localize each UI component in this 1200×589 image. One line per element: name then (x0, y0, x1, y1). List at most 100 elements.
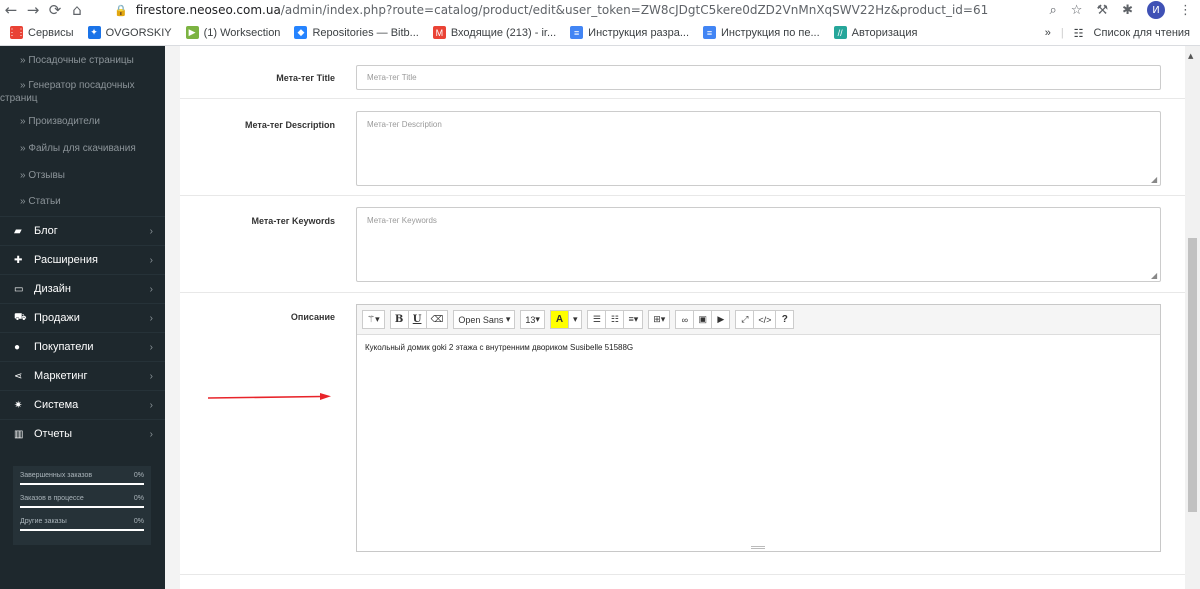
extension-tool-icon[interactable]: ⚒ (1096, 3, 1108, 18)
bookmark-item[interactable]: ▶ (1) Worksection (185, 26, 280, 39)
sidebar-item[interactable]: ⋖ Маркетинг › (0, 361, 165, 390)
help-icon[interactable]: ? (775, 310, 795, 329)
meta-keywords-placeholder: Мета-тег Keywords (367, 216, 437, 225)
editor-toolbar: ⚚▾ B U ⌫ Open Sans ▾ 13▾ A ▾ ☰ ☷ ≡▾ ⊞▾ (357, 305, 1160, 335)
stat-value: 0% (133, 495, 144, 502)
bookmark-label: Сервисы (28, 26, 74, 39)
home-icon[interactable]: ⌂ (66, 0, 88, 20)
resize-handle-icon[interactable]: ◢ (1151, 176, 1159, 184)
sidebar-sub-landing-generator[interactable]: » Генератор посадочных страниц (0, 73, 165, 105)
resize-handle-icon[interactable]: ◢ (1151, 272, 1159, 280)
numbered-list-icon[interactable]: ☷ (605, 310, 625, 329)
chevron-right-icon: › (149, 370, 153, 382)
bookmark-item[interactable]: ≡ Инструкция по пе... (703, 26, 820, 39)
puzzle-icon: ✚ (14, 254, 23, 266)
sidebar-item[interactable]: ▥ Отчеты › (0, 419, 165, 448)
eraser-icon[interactable]: ⌫ (425, 310, 449, 329)
bookmarks-bar: ⋮⋮ Сервисы ✦ OVGORSKIY ▶ (1) Worksection ◆ Repo… (0, 20, 1200, 46)
meta-title-input[interactable]: Мета-тег Title (356, 65, 1161, 90)
bookmark-item[interactable]: ✦ OVGORSKIY (87, 26, 172, 39)
video-icon[interactable]: ▶ (711, 310, 731, 329)
stat-label: Заказов в процессе (20, 495, 84, 502)
bookmark-item[interactable]: ◆ Repositories — Bitb... (294, 26, 419, 39)
meta-keywords-row: Мета-тег Keywords Мета-тег Keywords ◢ (180, 196, 1185, 293)
star-icon[interactable]: ☆ (1071, 3, 1083, 18)
table-icon[interactable]: ⊞▾ (648, 310, 671, 329)
sidebar-sub-label: » Производители (20, 116, 100, 127)
editor-content[interactable]: Кукольный домик goki 2 этажа с внутренни… (357, 335, 1160, 360)
bullet-list-icon[interactable]: ☰ (587, 310, 607, 329)
link-icon[interactable]: ∞ (675, 310, 695, 329)
chevron-right-icon: › (149, 283, 153, 295)
scroll-up-arrow-icon[interactable]: ▲ (1188, 52, 1193, 60)
sidebar-item[interactable]: ✚ Расширения › (0, 245, 165, 274)
sidebar-sub-downloads[interactable]: » Файлы для скачивания (0, 133, 165, 160)
bookmarks-more-button[interactable]: » (1045, 27, 1051, 39)
paragraph-align-icon[interactable]: ≡▾ (623, 310, 644, 329)
text-color-icon[interactable]: A (549, 310, 569, 329)
bookmark-item[interactable]: // Авторизация (833, 26, 917, 39)
url-path: /admin/index.php?route=catalog/product/e… (280, 3, 989, 17)
bookmark-label: Инструкция разра... (588, 26, 689, 39)
font-size-value: 13 (525, 314, 536, 325)
chevron-right-icon: › (149, 428, 153, 440)
meta-title-placeholder: Мета-тег Title (367, 73, 417, 82)
sidebar-sub-label: » Файлы для скачивания (20, 143, 136, 154)
sidebar-item[interactable]: ▭ Дизайн › (0, 274, 165, 303)
sidebar-sub-label: » Генератор посадочных (20, 80, 135, 91)
sidebar-sub-label: » Отзывы (20, 170, 65, 181)
font-family-value: Open Sans (458, 314, 504, 325)
sidebar-sub-reviews[interactable]: » Отзывы (0, 160, 165, 187)
reading-list-button[interactable]: Список для чтения (1094, 27, 1190, 39)
description-label: Описание (290, 312, 335, 322)
admin-sidebar: » Посадочные страницы » Генератор посадо… (0, 46, 165, 589)
play-icon: ▶ (185, 26, 199, 39)
sidebar-item[interactable]: ✷ Система › (0, 390, 165, 419)
meta-keywords-textarea[interactable]: Мета-тег Keywords ◢ (356, 207, 1161, 282)
meta-description-textarea[interactable]: Мета-тег Description ◢ (356, 111, 1161, 186)
reload-icon[interactable]: ⟳ (44, 0, 66, 20)
bookmark-item[interactable]: ≡ Инструкция разра... (570, 26, 689, 39)
sidebar-sub-manufacturers[interactable]: » Производители (0, 105, 165, 133)
avatar[interactable]: И (1147, 1, 1165, 19)
sidebar-sub-landing-pages[interactable]: » Посадочные страницы (0, 52, 165, 73)
stat-label: Завершенных заказов (20, 472, 93, 479)
chevron-right-icon: › (149, 254, 153, 266)
bitbucket-icon: ◆ (294, 26, 308, 39)
bookmark-label: OVGORSKIY (105, 26, 172, 39)
reading-list-icon[interactable]: ☷ (1074, 27, 1084, 40)
forward-icon[interactable]: → (22, 0, 44, 20)
font-size-select[interactable]: 13 ▾ (520, 310, 545, 329)
chevron-right-icon: › (149, 312, 153, 324)
stat-row: Завершенных заказов 0% (20, 472, 144, 479)
sidebar-item-label: Система (34, 399, 79, 411)
bookmark-item[interactable]: M Входящие (213) - ir... (432, 26, 556, 39)
sidebar-item[interactable]: ⛟ Продажи › (0, 303, 165, 332)
font-family-select[interactable]: Open Sans ▾ (453, 310, 516, 329)
url-field[interactable]: 🔒 firestore.neoseo.com.ua/admin/index.ph… (114, 0, 1014, 20)
meta-title-label: Мета-тег Title (276, 73, 335, 83)
stat-row: Другие заказы 0% (20, 518, 144, 525)
sidebar-item[interactable]: ▰ Блог › (0, 216, 165, 245)
editor-resize-grip-icon[interactable] (751, 546, 765, 549)
sidebar-sub-articles[interactable]: » Статьи (0, 187, 165, 213)
order-stats-panel: Завершенных заказов 0% Заказов в процессе 0… (13, 466, 151, 545)
underline-button[interactable]: U (407, 310, 427, 329)
sidebar-item[interactable]: ● Покупатели › (0, 332, 165, 361)
code-view-icon[interactable]: </> (753, 310, 777, 329)
bookmark-item[interactable]: ⋮⋮ Сервисы (8, 26, 74, 39)
puzzle-icon[interactable]: ✱ (1122, 3, 1133, 18)
fullscreen-icon[interactable]: ⤢ (735, 310, 755, 329)
bold-button[interactable]: B (389, 310, 409, 329)
menu-icon[interactable]: ⋮ (1179, 3, 1192, 18)
zoom-icon[interactable]: ⌕ (1050, 3, 1057, 18)
book-icon: ▰ (14, 225, 22, 237)
scrollbar-thumb[interactable] (1188, 238, 1197, 512)
bookmark-label: Repositories — Bitb... (312, 26, 419, 39)
back-icon[interactable]: ← (0, 0, 22, 20)
color-dropdown-icon[interactable]: ▾ (567, 310, 583, 329)
image-icon[interactable]: ▣ (693, 310, 713, 329)
magic-style-icon[interactable]: ⚚▾ (362, 310, 385, 329)
meta-description-placeholder: Мета-тег Description (367, 120, 442, 129)
sidebar-item-label: Дизайн (34, 283, 71, 295)
